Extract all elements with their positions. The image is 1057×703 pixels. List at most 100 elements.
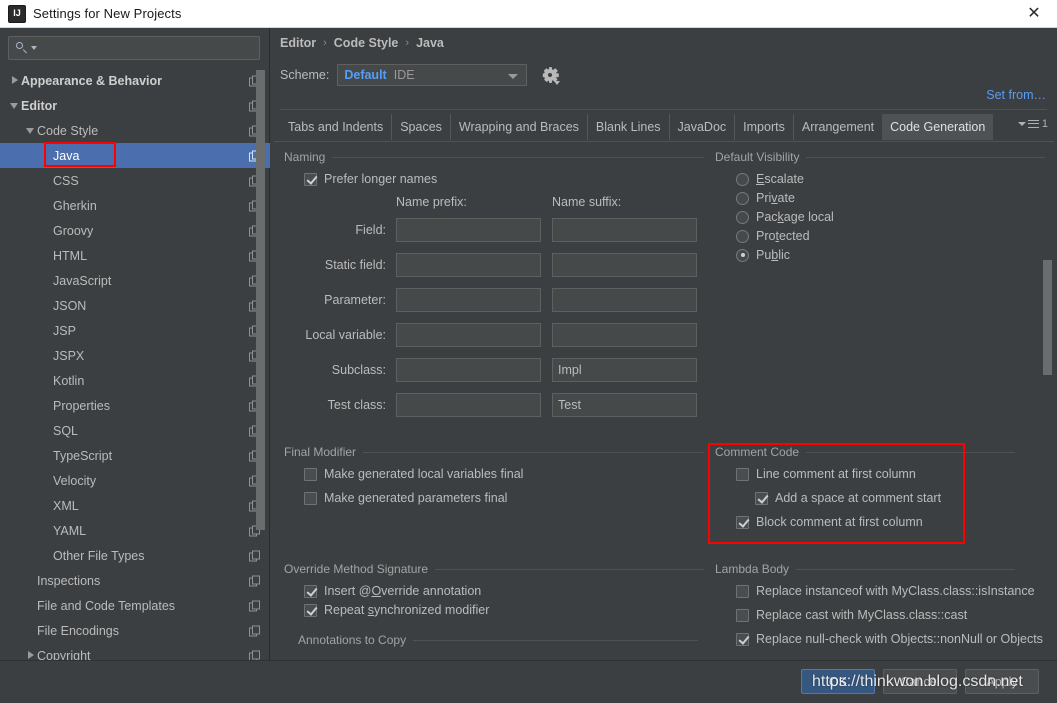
name-suffix-field[interactable]: [552, 358, 697, 382]
sidebar-item-css[interactable]: CSS: [0, 168, 270, 193]
naming-row-label: Local variable:: [305, 328, 386, 342]
name-suffix-field[interactable]: [552, 288, 697, 312]
tab-blank-lines[interactable]: Blank Lines: [586, 114, 669, 140]
set-from-link[interactable]: Set from…: [986, 88, 1046, 102]
visibility-radio-package-local[interactable]: Package local: [736, 210, 834, 224]
visibility-radio-label: Protected: [756, 229, 810, 243]
name-prefix-field[interactable]: [396, 393, 541, 417]
copy-icon[interactable]: [249, 600, 260, 611]
sidebar-item-label: Properties: [53, 398, 110, 413]
apply-button[interactable]: Apply: [965, 669, 1039, 694]
ok-button[interactable]: OK: [801, 669, 875, 694]
comment-code-group-title: Comment Code: [715, 445, 800, 459]
naming-row-label: Subclass:: [331, 363, 386, 377]
tab-arrangement[interactable]: Arrangement: [792, 114, 882, 140]
settings-tabs[interactable]: Tabs and Indents Spaces Wrapping and Brace…: [280, 114, 994, 140]
tab-spaces[interactable]: Spaces: [391, 114, 450, 140]
sidebar-item-label: SQL: [53, 423, 79, 438]
comment-code-checkbox-0[interactable]: Line comment at first column: [736, 467, 916, 481]
name-suffix-column-header: Name suffix:: [552, 195, 622, 209]
sidebar-item-velocity[interactable]: Velocity: [0, 468, 270, 493]
intellij-idea-logo-icon: IJ: [8, 4, 26, 23]
cancel-button[interactable]: Cancel: [883, 669, 957, 694]
name-suffix-field[interactable]: [552, 393, 697, 417]
comment-code-checkbox-2[interactable]: Block comment at first column: [736, 515, 923, 529]
name-prefix-field[interactable]: [396, 288, 541, 312]
close-icon[interactable]: ✕: [1011, 0, 1057, 27]
sidebar-item-jspx[interactable]: JSPX: [0, 343, 270, 368]
scheme-select[interactable]: Default IDE: [337, 64, 528, 86]
breadcrumb-item[interactable]: Java: [416, 36, 444, 50]
sidebar-vertical-scrollbar[interactable]: [256, 70, 265, 530]
sidebar-item-html[interactable]: HTML: [0, 243, 270, 268]
tab-wrapping-and-braces[interactable]: Wrapping and Braces: [449, 114, 587, 140]
sidebar-item-kotlin[interactable]: Kotlin: [0, 368, 270, 393]
sidebar-item-groovy[interactable]: Groovy: [0, 218, 270, 243]
sidebar-item-other-file-types[interactable]: Other File Types: [0, 543, 270, 568]
tab-tabs-and-indents[interactable]: Tabs and Indents: [280, 114, 391, 140]
checkbox-icon: [304, 467, 317, 481]
lambda-checkbox-1[interactable]: Replace cast with MyClass.class::cast: [736, 608, 967, 622]
name-suffix-field[interactable]: [552, 323, 697, 347]
tab-javadoc[interactable]: JavaDoc: [668, 114, 735, 140]
comment-code-checkbox-1[interactable]: Add a space at comment start: [755, 491, 941, 505]
visibility-radio-escalate[interactable]: Escalate: [736, 172, 804, 186]
final-modifier-checkbox-0[interactable]: Make generated local variables final: [304, 467, 523, 481]
breadcrumb-separator: ›: [405, 37, 410, 49]
visibility-radio-private[interactable]: Private: [736, 191, 795, 205]
sidebar-item-appearance-behavior[interactable]: Appearance & Behavior: [0, 68, 270, 93]
name-suffix-field[interactable]: [552, 218, 697, 242]
comment-code-checkbox-label: Line comment at first column: [756, 467, 916, 481]
search-input[interactable]: [8, 36, 260, 60]
visibility-radio-public[interactable]: Public: [736, 248, 790, 262]
tab-imports[interactable]: Imports: [734, 114, 793, 140]
lambda-checkbox-0[interactable]: Replace instanceof with MyClass.class::i…: [736, 584, 1035, 598]
sidebar-item-file-and-code-templates[interactable]: File and Code Templates: [0, 593, 270, 618]
override-checkbox-1[interactable]: Repeat synchronized modifier: [304, 603, 489, 617]
sidebar-item-jsp[interactable]: JSP: [0, 318, 270, 343]
breadcrumb-item[interactable]: Editor: [280, 36, 316, 50]
sidebar-item-javascript[interactable]: JavaScript: [0, 268, 270, 293]
lambda-checkbox-2[interactable]: Replace null-check with Objects::nonNull…: [736, 632, 1043, 646]
sidebar-item-xml[interactable]: XML: [0, 493, 270, 518]
copy-icon[interactable]: [249, 575, 260, 586]
content-vertical-scrollbar[interactable]: [1043, 260, 1052, 375]
name-prefix-field[interactable]: [396, 358, 541, 382]
window-title: Settings for New Projects: [33, 6, 182, 21]
final-modifier-checkbox-1[interactable]: Make generated parameters final: [304, 491, 507, 505]
override-checkbox-label: Repeat synchronized modifier: [324, 603, 490, 617]
visibility-radio-protected[interactable]: Protected: [736, 229, 810, 243]
sidebar-item-yaml[interactable]: YAML: [0, 518, 270, 543]
copy-icon[interactable]: [249, 625, 260, 636]
chevron-down-icon[interactable]: [26, 125, 37, 136]
name-prefix-field[interactable]: [396, 323, 541, 347]
override-checkbox-0[interactable]: Insert @Override annotation: [304, 584, 481, 598]
chevron-right-icon[interactable]: [10, 75, 21, 86]
sidebar-item-gherkin[interactable]: Gherkin: [0, 193, 270, 218]
tab-label: JavaDoc: [677, 120, 727, 134]
chevron-down-icon[interactable]: [31, 46, 37, 50]
final-modifier-group-header: Final Modifier: [284, 445, 704, 459]
naming-row-label: Static field:: [324, 258, 386, 272]
sidebar-item-typescript[interactable]: TypeScript: [0, 443, 270, 468]
name-prefix-field[interactable]: [396, 253, 541, 277]
copy-icon[interactable]: [249, 550, 260, 561]
sidebar-item-file-encodings[interactable]: File Encodings: [0, 618, 270, 643]
chevron-down-icon[interactable]: [10, 100, 21, 111]
tab-code-generation[interactable]: Code Generation: [882, 114, 994, 140]
gear-icon[interactable]: [541, 66, 561, 85]
sidebar-item-json[interactable]: JSON: [0, 293, 270, 318]
sidebar-item-code-style[interactable]: Code Style: [0, 118, 270, 143]
prefer-longer-names-checkbox[interactable]: Prefer longer names: [304, 172, 437, 186]
name-prefix-field[interactable]: [396, 218, 541, 242]
breadcrumb-item[interactable]: Code Style: [334, 36, 399, 50]
lambda-body-group-header: Lambda Body: [715, 562, 1015, 576]
sidebar-item-java[interactable]: Java: [0, 143, 270, 168]
settings-tree[interactable]: Appearance & Behavior Editor Code Style Jav…: [0, 68, 270, 683]
tabs-overflow-button[interactable]: 1: [1017, 118, 1048, 130]
sidebar-item-sql[interactable]: SQL: [0, 418, 270, 443]
sidebar-item-inspections[interactable]: Inspections: [0, 568, 270, 593]
sidebar-item-properties[interactable]: Properties: [0, 393, 270, 418]
name-suffix-field[interactable]: [552, 253, 697, 277]
sidebar-item-editor[interactable]: Editor: [0, 93, 270, 118]
